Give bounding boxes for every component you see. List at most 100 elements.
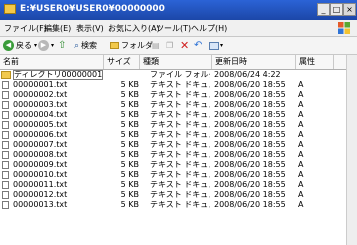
file-size: 5 KB (120, 200, 139, 209)
file-type: ファイル フォルダ (150, 70, 210, 79)
file-modified: 2008/06/20 18:55 (214, 150, 286, 159)
file-attr: A (298, 150, 304, 159)
file-modified: 2008/06/20 18:55 (214, 180, 286, 189)
list-item[interactable]: 00000011.txt 5 KB テキスト ドキュメント 2008/06/20… (0, 180, 357, 190)
file-name: 00000009.txt (13, 160, 68, 169)
file-type: テキスト ドキュメント (150, 120, 210, 129)
file-attr: A (298, 190, 304, 199)
text-file-icon (2, 121, 9, 129)
list-item[interactable]: 00000006.txt 5 KB テキスト ドキュメント 2008/06/20… (0, 130, 357, 140)
move-to-button[interactable]: ▤ (152, 39, 160, 52)
file-modified: 2008/06/24 4:22 (214, 70, 281, 79)
move-icon: ▤ (152, 41, 160, 50)
file-size: 5 KB (120, 120, 139, 129)
close-button[interactable]: × (343, 3, 356, 16)
list-item[interactable]: 00000003.txt 5 KB テキスト ドキュメント 2008/06/20… (0, 100, 357, 110)
file-type: テキスト ドキュメント (150, 100, 210, 109)
file-attr: A (298, 130, 304, 139)
menu-view[interactable]: 表示(V) (76, 23, 104, 34)
text-file-icon (2, 171, 9, 179)
forward-button[interactable]: ▶ ▾ (38, 39, 54, 52)
menu-tools[interactable]: ツール(T) (156, 23, 191, 34)
text-file-icon (2, 161, 9, 169)
folders-button[interactable]: フォルダ (110, 39, 153, 52)
file-attr: A (298, 100, 304, 109)
text-file-icon (2, 141, 9, 149)
column-size[interactable]: サイズ (104, 55, 140, 69)
file-name: 00000010.txt (13, 170, 68, 179)
column-attributes[interactable]: 属性 (296, 55, 334, 69)
file-modified: 2008/06/20 18:55 (214, 110, 286, 119)
file-attr: A (298, 200, 304, 209)
vertical-scrollbar[interactable] (346, 55, 357, 245)
file-name: 00000003.txt (13, 100, 68, 109)
file-size: 5 KB (120, 80, 139, 89)
file-type: テキスト ドキュメント (150, 180, 210, 189)
list-item[interactable]: ディレクトリ00000001 ファイル フォルダ 2008/06/24 4:22 (0, 70, 357, 80)
column-header: 名前 サイズ 種類 更新日時 属性 (0, 55, 357, 70)
back-arrow-icon: ◀ (3, 40, 14, 51)
chevron-down-icon: ▾ (51, 42, 55, 49)
forward-arrow-icon: ▶ (38, 40, 49, 51)
list-item[interactable]: 00000001.txt 5 KB テキスト ドキュメント 2008/06/20… (0, 80, 357, 90)
menu-help[interactable]: ヘルプ(H) (191, 23, 227, 34)
list-item[interactable]: 00000005.txt 5 KB テキスト ドキュメント 2008/06/20… (0, 120, 357, 130)
delete-button[interactable]: ✕ (180, 39, 189, 52)
list-item[interactable]: 00000012.txt 5 KB テキスト ドキュメント 2008/06/20… (0, 190, 357, 200)
list-item[interactable]: 00000008.txt 5 KB テキスト ドキュメント 2008/06/20… (0, 150, 357, 160)
text-file-icon (2, 111, 9, 119)
list-item[interactable]: 00000004.txt 5 KB テキスト ドキュメント 2008/06/20… (0, 110, 357, 120)
toolbar: ◀ 戻る ▾ ▶ ▾ ⇧ ⌕ 検索 フォルダ ▤ ❐ ✕ ↶ ▾ (0, 37, 357, 55)
file-type: テキスト ドキュメント (150, 200, 210, 209)
file-name: 00000011.txt (13, 180, 68, 189)
file-type: テキスト ドキュメント (150, 80, 210, 89)
file-name: 00000007.txt (13, 140, 68, 149)
file-type: テキスト ドキュメント (150, 90, 210, 99)
chevron-down-icon: ▾ (34, 42, 38, 49)
file-size: 5 KB (120, 140, 139, 149)
file-size: 5 KB (120, 90, 139, 99)
file-modified: 2008/06/20 18:55 (214, 160, 286, 169)
delete-icon: ✕ (180, 39, 190, 52)
folders-label: フォルダ (121, 41, 153, 50)
file-size: 5 KB (120, 160, 139, 169)
menu-file[interactable]: ファイル(F) (4, 23, 47, 34)
file-size: 5 KB (120, 100, 139, 109)
undo-button[interactable]: ↶ (194, 39, 202, 52)
column-type[interactable]: 種類 (140, 55, 212, 69)
file-size: 5 KB (120, 190, 139, 199)
file-size (104, 70, 139, 80)
text-file-icon (2, 81, 9, 89)
menu-favorites[interactable]: お気に入り(A) (108, 23, 160, 34)
file-modified: 2008/06/20 18:55 (214, 100, 286, 109)
file-name: 00000012.txt (13, 190, 68, 199)
copy-to-button[interactable]: ❐ (166, 39, 173, 52)
minimize-button[interactable]: _ (317, 3, 330, 16)
list-item[interactable]: 00000007.txt 5 KB テキスト ドキュメント 2008/06/20… (0, 140, 357, 150)
restore-button[interactable]: □ (330, 3, 343, 16)
up-folder-icon: ⇧ (58, 40, 67, 51)
views-button[interactable]: ▾ (209, 39, 223, 52)
list-item[interactable]: 00000013.txt 5 KB テキスト ドキュメント 2008/06/20… (0, 200, 357, 210)
file-type: テキスト ドキュメント (150, 160, 210, 169)
file-name: 00000006.txt (13, 130, 68, 139)
file-attr (298, 70, 328, 80)
up-button[interactable]: ⇧ (58, 39, 66, 52)
views-icon (209, 41, 219, 50)
back-button[interactable]: ◀ 戻る ▾ (3, 39, 37, 52)
file-size: 5 KB (120, 130, 139, 139)
column-modified[interactable]: 更新日時 (212, 55, 296, 69)
text-file-icon (2, 101, 9, 109)
file-attr: A (298, 160, 304, 169)
file-modified: 2008/06/20 18:55 (214, 140, 286, 149)
list-item[interactable]: 00000002.txt 5 KB テキスト ドキュメント 2008/06/20… (0, 90, 357, 100)
search-button[interactable]: ⌕ 検索 (74, 39, 97, 52)
text-file-icon (2, 181, 9, 189)
list-item[interactable]: 00000010.txt 5 KB テキスト ドキュメント 2008/06/20… (0, 170, 357, 180)
column-name[interactable]: 名前 (0, 55, 104, 69)
menu-edit[interactable]: 編集(E) (44, 23, 71, 34)
list-item[interactable]: 00000009.txt 5 KB テキスト ドキュメント 2008/06/20… (0, 160, 357, 170)
menu-bar: ファイル(F) 編集(E) 表示(V) お気に入り(A) ツール(T) ヘルプ(… (0, 20, 357, 37)
file-modified: 2008/06/20 18:55 (214, 190, 286, 199)
copy-icon: ❐ (166, 41, 174, 50)
